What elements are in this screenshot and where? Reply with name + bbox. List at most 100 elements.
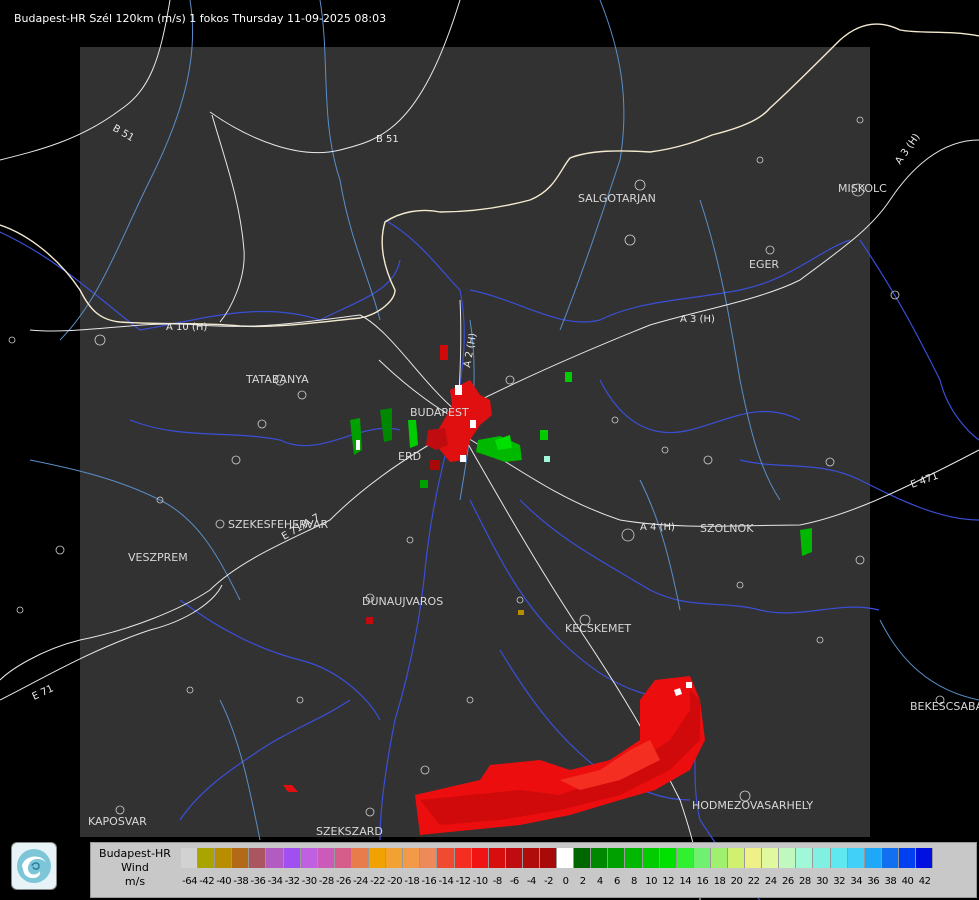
legend-label: -14 <box>438 876 454 887</box>
legend-swatch <box>369 848 387 868</box>
legend-label: 12 <box>662 876 675 887</box>
legend-swatch <box>403 848 421 868</box>
legend-swatch <box>710 848 728 868</box>
legend-label: 16 <box>696 876 709 887</box>
legend-label: 24 <box>764 876 777 887</box>
legend-label: 32 <box>833 876 845 887</box>
legend-swatch <box>642 848 660 868</box>
legend-label: 38 <box>884 876 897 887</box>
legend-swatch <box>779 848 797 868</box>
legend-label: -22 <box>370 876 385 887</box>
city-label: KECSKEMET <box>565 622 631 635</box>
legend-label: -10 <box>472 876 488 887</box>
legend-swatch <box>232 848 250 868</box>
legend-swatch <box>471 848 489 868</box>
legend-label: -16 <box>421 876 437 887</box>
city-label: SZOLNOK <box>700 522 754 535</box>
legend-swatches <box>181 848 934 868</box>
legend-swatch <box>898 848 917 868</box>
legend-swatch <box>676 848 694 868</box>
legend-swatch <box>625 848 643 868</box>
legend-swatch <box>693 848 711 868</box>
legend-label: -18 <box>404 876 420 887</box>
legend-label: -6 <box>509 876 519 887</box>
weather-service-logo <box>11 842 57 890</box>
legend-label: -8 <box>492 876 502 887</box>
legend-swatch <box>300 848 318 868</box>
legend-label: -30 <box>301 876 317 887</box>
legend-swatch <box>283 848 301 868</box>
map-title: Budapest-HR Szél 120km (m/s) 1 fokos Thu… <box>14 12 387 25</box>
legend-swatch <box>215 848 233 868</box>
legend-label: 8 <box>631 876 637 887</box>
legend-label: -20 <box>387 876 403 887</box>
legend-swatch <box>334 848 352 868</box>
legend-label: 40 <box>901 876 914 887</box>
legend-swatch <box>608 848 626 868</box>
legend-label: -32 <box>284 876 300 887</box>
city-label: DUNAUJVAROS <box>362 595 443 608</box>
color-scale-legend: Budapest-HR Wind m/s -64 -42 -40 -38 -36 -34-… <box>90 842 977 898</box>
legend-label: 6 <box>613 876 620 887</box>
city-label: EGER <box>749 258 779 271</box>
legend-swatch <box>557 848 575 868</box>
legend-swatch <box>847 848 865 868</box>
legend-swatch <box>916 848 934 868</box>
legend-label: 30 <box>816 876 828 887</box>
city-label: SALGOTARJAN <box>578 192 656 205</box>
legend-swatch <box>762 848 780 868</box>
legend-label: 4 <box>596 876 603 887</box>
legend-label: -64 <box>182 876 197 887</box>
legend-label: 28 <box>799 876 811 887</box>
legend-swatch <box>539 848 558 868</box>
legend-swatch <box>386 848 404 868</box>
legend-swatch <box>881 848 899 868</box>
legend-label: 10 <box>645 876 657 887</box>
city-label: MISKOLC <box>838 182 887 195</box>
legend-label: 42 <box>918 876 931 887</box>
city-label: ERD <box>398 450 421 463</box>
legend-label: 0 <box>562 876 569 887</box>
legend-title: Budapest-HR Wind m/s <box>91 847 179 889</box>
legend-swatch <box>181 848 199 868</box>
legend-label: 22 <box>747 876 760 887</box>
legend-swatch <box>198 848 216 868</box>
legend-swatch <box>830 848 848 868</box>
road-label: A 10 (H) <box>166 322 207 333</box>
legend-label: -12 <box>455 876 471 887</box>
legend-swatch <box>574 848 592 868</box>
legend-swatch <box>522 848 540 868</box>
legend-label: 2 <box>579 876 586 887</box>
city-label: HODMEZOVASARHELY <box>692 799 813 812</box>
city-label: BEKESCSABA <box>910 700 979 713</box>
road-label: B 51 <box>376 134 399 145</box>
legend-label: -26 <box>335 876 351 887</box>
legend-quantity: Wind <box>121 861 149 874</box>
legend-swatch <box>796 848 814 868</box>
legend-label: 20 <box>730 876 743 887</box>
legend-label: 26 <box>781 876 794 887</box>
legend-swatch <box>317 848 335 868</box>
legend-label: -34 <box>267 876 283 887</box>
city-label: VESZPREM <box>128 551 188 564</box>
legend-label: -2 <box>544 876 553 887</box>
legend-labels: -64 -42 -40 -38 -36 -34 -32 -30 -28 -26 -24 -22 -20-… <box>181 876 933 890</box>
legend-label: -24 <box>353 876 368 887</box>
legend-swatch <box>728 848 746 868</box>
legend-swatch <box>745 848 763 868</box>
legend-swatch <box>420 848 438 868</box>
legend-swatch <box>591 848 609 868</box>
legend-swatch <box>813 848 831 868</box>
legend-unit: m/s <box>124 875 146 888</box>
legend-label: -28 <box>318 876 334 887</box>
legend-label: -38 <box>233 876 249 887</box>
city-label: BUDAPEST <box>410 406 469 419</box>
legend-swatch <box>249 848 267 868</box>
legend-swatch <box>864 848 882 868</box>
city-label: SZEKSZARD <box>316 825 383 838</box>
radar-map: SALGOTARJAN MISKOLC EGER TATABANYA BUDAP… <box>0 0 979 900</box>
legend-swatch <box>437 848 455 868</box>
legend-swatch <box>351 848 370 868</box>
legend-swatch <box>266 848 284 868</box>
legend-label: 14 <box>679 876 692 887</box>
